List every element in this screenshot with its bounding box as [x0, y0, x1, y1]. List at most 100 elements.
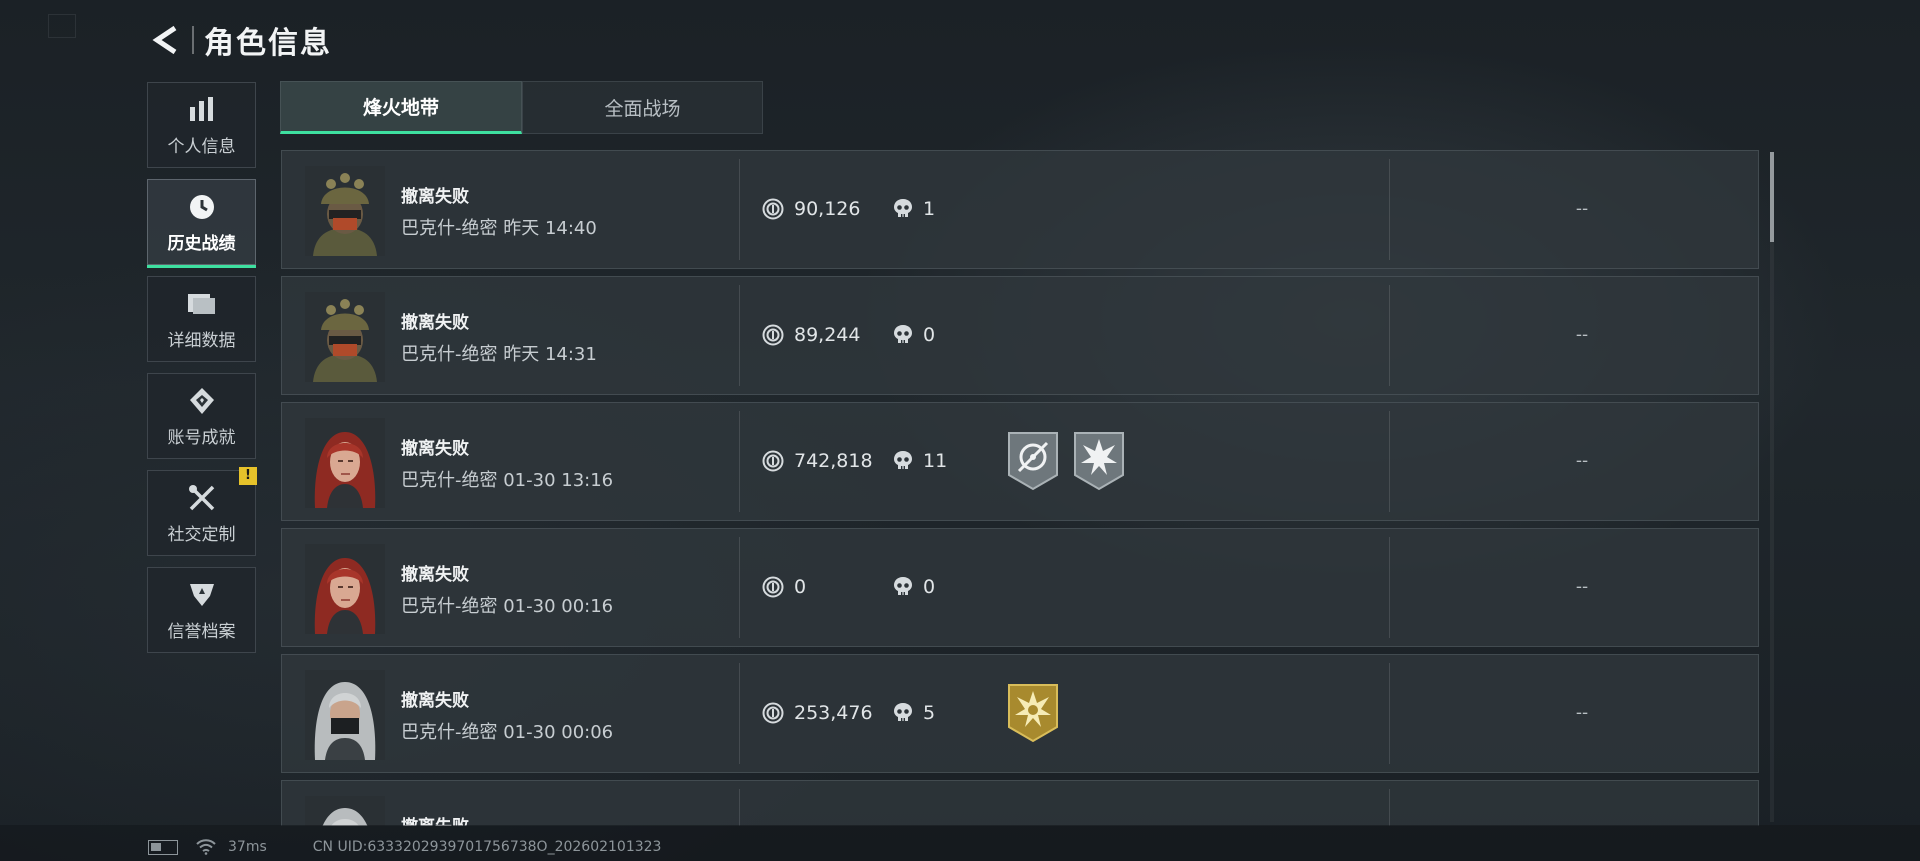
tab-full-battlefield[interactable]: 全面战场	[522, 81, 763, 134]
loot-value-text: 0	[794, 576, 807, 598]
table-row[interactable]: 撤离失败 巴克什-绝密 昨天 14:40 90,126 1 --	[281, 150, 1759, 269]
skull-icon	[893, 324, 913, 346]
skull-icon	[893, 702, 913, 724]
loot-value: 742,818	[762, 450, 873, 472]
sidebar-item-label: 账号成就	[167, 427, 236, 448]
extraction-status: 撤离失败	[401, 439, 469, 459]
sidebar-item-achievements[interactable]: 账号成就	[147, 373, 256, 459]
table-row[interactable]: 撤离失败	[281, 780, 1759, 826]
extraction-status: 撤离失败	[401, 565, 469, 585]
divider	[1389, 789, 1390, 826]
divider	[739, 663, 740, 764]
shield-icon	[186, 579, 218, 611]
operator-avatar	[305, 796, 385, 826]
uid-text: CN UID:6333202939701756738O_202602101323	[312, 839, 662, 855]
bar-chart-icon	[186, 94, 218, 126]
sidebar-item-label: 信誉档案	[167, 621, 236, 642]
mode-tabs: 烽火地带 全面战场	[280, 81, 763, 134]
divider	[739, 159, 740, 260]
tab-hazard-zone[interactable]: 烽火地带	[280, 81, 522, 134]
ping-text: 37ms	[228, 839, 267, 855]
table-row[interactable]: 撤离失败 巴克什-绝密 01-30 00:06 253,476 5 --	[281, 654, 1759, 773]
result-text: --	[1575, 577, 1589, 597]
kill-count-text: 5	[923, 702, 936, 724]
back-button[interactable]	[148, 21, 186, 59]
sidebar-item-history[interactable]: 历史战绩	[147, 179, 256, 268]
coin-icon	[762, 576, 784, 598]
list-scrollbar[interactable]	[1770, 152, 1774, 822]
page-header: 角色信息	[148, 20, 332, 61]
kill-count-text: 11	[923, 450, 948, 472]
table-row[interactable]: 撤离失败 巴克什-绝密 01-30 00:16 0 0 --	[281, 528, 1759, 647]
result-text: --	[1575, 451, 1589, 471]
extraction-status: 撤离失败	[401, 691, 469, 711]
tools-icon	[186, 482, 218, 514]
match-info: 巴克什-绝密 01-30 13:16	[401, 470, 614, 491]
medal-list	[1007, 431, 1139, 491]
sidebar-item-label: 历史战绩	[167, 233, 236, 254]
divider	[1389, 285, 1390, 386]
result-text: --	[1575, 703, 1589, 723]
divider	[1389, 411, 1390, 512]
kill-count-text: 0	[923, 576, 936, 598]
extraction-status: 撤离失败	[401, 313, 469, 333]
sidebar-item-details[interactable]: 详细数据	[147, 276, 256, 362]
loot-value-text: 253,476	[794, 702, 873, 724]
extraction-status: 撤离失败	[401, 812, 469, 826]
header-separator	[192, 26, 194, 54]
loot-value-text: 90,126	[794, 198, 861, 220]
match-info: 巴克什-绝密 01-30 00:16	[401, 596, 614, 617]
crosshair-medal-icon[interactable]	[1007, 431, 1059, 491]
loot-value: 89,244	[762, 324, 860, 346]
extraction-status: 撤离失败	[401, 187, 469, 207]
loot-value: 253,476	[762, 702, 873, 724]
divider	[739, 411, 740, 512]
table-row[interactable]: 撤离失败 巴克什-绝密 昨天 14:31 89,244 0 --	[281, 276, 1759, 395]
coin-icon	[762, 450, 784, 472]
loot-value-text: 742,818	[794, 450, 873, 472]
battery-icon	[148, 839, 178, 855]
match-info: 巴克什-绝密 昨天 14:31	[401, 344, 597, 365]
kill-count: 0	[893, 324, 935, 346]
divider	[739, 285, 740, 386]
operator-avatar	[305, 292, 385, 382]
clock-icon	[186, 191, 218, 223]
skull-icon	[893, 198, 913, 220]
operator-avatar	[305, 418, 385, 508]
loot-value-text: 89,244	[794, 324, 861, 346]
kill-count: 11	[893, 450, 947, 472]
sidebar: 个人信息 历史战绩 详细数据 账号成就 社交定制 ! 信誉档案	[147, 82, 257, 664]
wifi-icon	[196, 839, 216, 855]
kill-count-text: 1	[923, 198, 936, 220]
result-text: --	[1575, 199, 1589, 219]
status-footer: 37ms CN UID:6333202939701756738O_2026021…	[148, 835, 661, 859]
achievement-icon	[186, 385, 218, 417]
match-history-list: 撤离失败 巴克什-绝密 昨天 14:40 90,126 1 -- 撤离失败 巴克…	[281, 150, 1759, 826]
loot-value: 0	[762, 576, 806, 598]
table-row[interactable]: 撤离失败 巴克什-绝密 01-30 13:16 742,818 11 --	[281, 402, 1759, 521]
divider	[1389, 663, 1390, 764]
explosion-medal-icon[interactable]	[1073, 431, 1125, 491]
divider	[739, 537, 740, 638]
kill-count: 0	[893, 576, 935, 598]
sidebar-item-reputation[interactable]: 信誉档案	[147, 567, 256, 653]
operator-avatar	[305, 544, 385, 634]
kill-count: 1	[893, 198, 935, 220]
divider	[739, 789, 740, 826]
warning-badge: !	[239, 467, 257, 485]
gold-star-medal-icon[interactable]	[1007, 683, 1059, 743]
coin-icon	[762, 702, 784, 724]
operator-avatar	[305, 166, 385, 256]
corner-frame	[48, 14, 76, 38]
operator-avatar	[305, 670, 385, 760]
result-text: --	[1575, 325, 1589, 345]
sidebar-item-label: 个人信息	[167, 136, 236, 157]
back-arrow-icon	[152, 25, 177, 55]
coin-icon	[762, 198, 784, 220]
scroll-thumb[interactable]	[1770, 152, 1774, 242]
sidebar-item-profile[interactable]: 个人信息	[147, 82, 256, 168]
divider	[1389, 159, 1390, 260]
coin-icon	[762, 324, 784, 346]
match-info: 巴克什-绝密 昨天 14:40	[401, 218, 597, 239]
sidebar-item-social[interactable]: 社交定制 !	[147, 467, 257, 556]
